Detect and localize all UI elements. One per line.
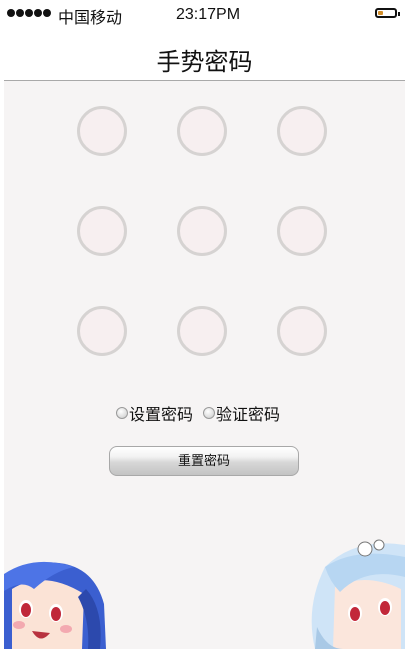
gesture-node-5[interactable] [177,206,227,256]
gesture-grid[interactable] [77,106,333,358]
status-time: 23:17PM [176,6,241,23]
phone-screen: 中国移动 23:17PM 手势密码 设置密码 验证密码 重置密码 [4,0,405,649]
gesture-node-9[interactable] [277,306,327,356]
status-bar: 中国移动 23:17PM [4,0,405,30]
verify-password-option[interactable]: 验证密码 [203,401,280,425]
reset-password-button[interactable]: 重置密码 [109,446,299,476]
mode-radio-group: 设置密码 验证密码 [116,401,290,425]
gesture-node-8[interactable] [177,306,227,356]
verify-password-label: 验证密码 [216,405,281,424]
gesture-node-4[interactable] [77,206,127,256]
set-password-label: 设置密码 [129,405,194,424]
gesture-node-7[interactable] [77,306,127,356]
set-password-radio[interactable] [116,407,128,419]
battery-icon [375,8,400,18]
gesture-node-3[interactable] [277,106,327,156]
gesture-node-6[interactable] [277,206,327,256]
gesture-node-2[interactable] [177,106,227,156]
carrier-name: 中国移动 [58,8,123,27]
set-password-option[interactable]: 设置密码 [116,401,193,425]
anime-character-right-image [311,539,405,649]
nav-bar: 手势密码 [4,30,405,81]
page-title: 手势密码 [156,48,253,76]
gesture-node-1[interactable] [77,106,127,156]
anime-character-left-image [4,561,106,649]
battery-level [378,11,383,15]
signal-strength-icon [7,9,51,17]
verify-password-radio[interactable] [203,407,216,419]
